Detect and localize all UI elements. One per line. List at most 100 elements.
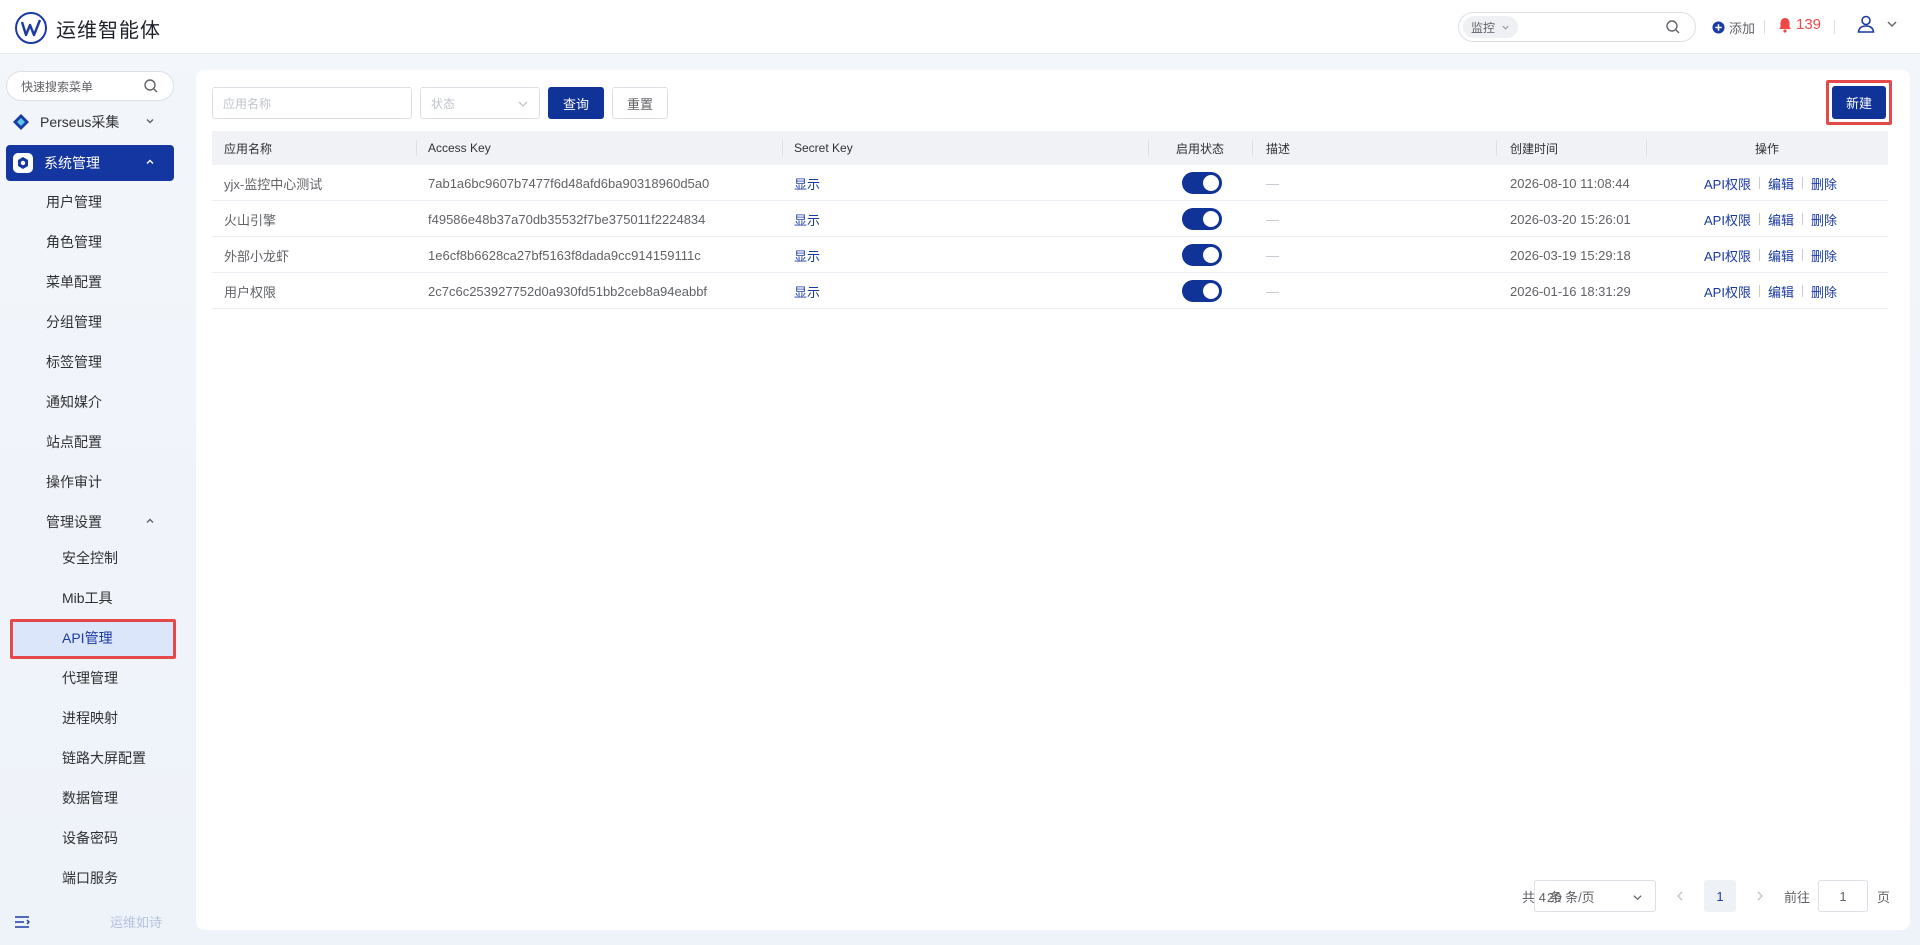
diamond-icon — [13, 114, 29, 130]
query-button[interactable]: 查询 — [548, 87, 604, 119]
link-divider — [1801, 177, 1803, 189]
show-secret-link[interactable]: 显示 — [794, 237, 820, 273]
cell-access-key: 7ab1a6bc9607b7477f6d48afd6ba90318960d5a0 — [428, 175, 710, 191]
cell-created: 2026-03-19 15:29:18 — [1510, 247, 1631, 263]
sidebar-item-users[interactable]: 用户管理 — [6, 184, 174, 220]
sidebar-item-security[interactable]: 安全控制 — [6, 540, 174, 576]
sidebar-item-menus[interactable]: 菜单配置 — [6, 264, 174, 300]
cell-enabled — [1182, 201, 1222, 237]
chevron-down-icon — [1887, 21, 1897, 27]
table-row: 外部小龙虾 1e6cf8b6628ca27bf5163f8dada9cc9141… — [212, 237, 1888, 273]
header-divider — [1834, 20, 1835, 34]
add-button[interactable]: 添加 — [1712, 18, 1755, 37]
link-divider — [1758, 213, 1760, 225]
page-number-current[interactable]: 1 — [1704, 880, 1736, 912]
delete-link[interactable]: 删除 — [1811, 210, 1837, 229]
cell-description: — — [1266, 283, 1279, 299]
menu-search-input[interactable]: 快速搜索菜单 — [6, 71, 174, 101]
app-title: 运维智能体 — [56, 20, 161, 42]
column-divider — [1148, 140, 1149, 156]
sidebar-item-roles[interactable]: 角色管理 — [6, 224, 174, 260]
edit-link[interactable]: 编辑 — [1768, 282, 1794, 301]
cell-app-name: 外部小龙虾 — [224, 248, 290, 264]
show-secret-link[interactable]: 显示 — [794, 201, 820, 237]
enabled-toggle[interactable] — [1182, 244, 1222, 266]
link-divider — [1758, 285, 1760, 297]
cell-access-key: 2c7c6c253927752d0a930fd51bb2ceb8a94eabbf — [428, 283, 708, 299]
sidebar-item-process-map[interactable]: 进程映射 — [6, 700, 174, 736]
sidebar-item-proxy[interactable]: 代理管理 — [6, 660, 174, 696]
sidebar-item-link-screen[interactable]: 链路大屏配置 — [6, 740, 174, 776]
col-secret-key: Secret Key — [794, 141, 853, 155]
delete-link[interactable]: 删除 — [1811, 174, 1837, 193]
enabled-toggle[interactable] — [1182, 280, 1222, 302]
table-header: 应用名称 Access Key Secret Key 启用状态 描述 创建时间 … — [212, 131, 1888, 165]
col-actions: 操作 — [1755, 141, 1780, 156]
cell-created: 2026-03-20 15:26:01 — [1510, 211, 1631, 227]
enabled-toggle[interactable] — [1182, 172, 1222, 194]
alert-bell[interactable]: 139 — [1778, 16, 1821, 33]
link-divider — [1758, 177, 1760, 189]
cell-description: — — [1266, 175, 1279, 191]
collapse-menu-icon[interactable] — [14, 915, 30, 929]
app-name-input[interactable]: 应用名称 — [212, 87, 412, 119]
page-size-select[interactable]: 20 条/页 — [1534, 880, 1656, 912]
col-created: 创建时间 — [1510, 141, 1559, 156]
top-header: 运维智能体 监控 添加 139 — [0, 0, 1920, 54]
sidebar-group-system[interactable]: 系统管理 — [6, 145, 174, 181]
cell-created: 2026-01-16 18:31:29 — [1510, 283, 1631, 299]
sidebar-item-sites[interactable]: 站点配置 — [6, 424, 174, 460]
cell-description: — — [1266, 247, 1279, 263]
prev-page-icon[interactable] — [1674, 890, 1686, 902]
api-table: 应用名称 Access Key Secret Key 启用状态 描述 创建时间 … — [212, 131, 1888, 309]
sidebar-item-data[interactable]: 数据管理 — [6, 780, 174, 816]
link-divider — [1801, 285, 1803, 297]
user-menu[interactable] — [1856, 14, 1898, 34]
delete-link[interactable]: 删除 — [1811, 246, 1837, 265]
status-select[interactable]: 状态 — [420, 87, 540, 119]
column-divider — [782, 140, 783, 156]
link-divider — [1758, 249, 1760, 261]
api-permission-link[interactable]: API权限 — [1704, 174, 1751, 193]
api-permission-link[interactable]: API权限 — [1704, 246, 1751, 265]
sidebar-item-notify[interactable]: 通知媒介 — [6, 384, 174, 420]
link-divider — [1801, 249, 1803, 261]
edit-link[interactable]: 编辑 — [1768, 174, 1794, 193]
edit-link[interactable]: 编辑 — [1768, 210, 1794, 229]
delete-link[interactable]: 删除 — [1811, 282, 1837, 301]
next-page-icon[interactable] — [1754, 890, 1766, 902]
sidebar-item-admin-settings[interactable]: 管理设置 — [6, 504, 174, 540]
cell-access-key: f49586e48b37a70db35532f7be375011f2224834 — [428, 211, 706, 227]
enabled-toggle[interactable] — [1182, 208, 1222, 230]
sidebar-item-tags[interactable]: 标签管理 — [6, 344, 174, 380]
search-scope-select[interactable]: 监控 — [1463, 16, 1519, 38]
global-search[interactable]: 监控 — [1458, 12, 1696, 42]
sidebar-item-device-password[interactable]: 设备密码 — [6, 820, 174, 856]
cell-description: — — [1266, 211, 1279, 227]
plus-circle-icon — [1712, 21, 1725, 34]
alert-count: 139 — [1796, 16, 1822, 33]
goto-page-input[interactable]: 1 — [1818, 880, 1868, 912]
search-icon[interactable] — [1665, 19, 1681, 35]
sidebar-item-mib[interactable]: Mib工具 — [6, 580, 174, 616]
sidebar-item-groups[interactable]: 分组管理 — [6, 304, 174, 340]
table-row: 火山引擎 f49586e48b37a70db35532f7be375011f22… — [212, 201, 1888, 237]
sidebar-group-perseus[interactable]: Perseus采集 — [6, 104, 174, 140]
table-row: yjx-监控中心测试 7ab1a6bc9607b7477f6d48afd6ba9… — [212, 165, 1888, 201]
col-app-name: 应用名称 — [224, 141, 273, 156]
show-secret-link[interactable]: 显示 — [794, 273, 820, 309]
cell-enabled — [1182, 237, 1222, 273]
show-secret-link[interactable]: 显示 — [794, 165, 820, 201]
reset-button[interactable]: 重置 — [612, 87, 668, 119]
col-description: 描述 — [1266, 141, 1291, 156]
page-unit-label: 页 — [1877, 889, 1891, 905]
col-access-key: Access Key — [428, 141, 491, 155]
cell-app-name: 用户权限 — [224, 284, 277, 300]
search-icon[interactable] — [143, 78, 159, 94]
chevron-down-icon — [1633, 895, 1642, 901]
sidebar-item-audit[interactable]: 操作审计 — [6, 464, 174, 500]
edit-link[interactable]: 编辑 — [1768, 246, 1794, 265]
api-permission-link[interactable]: API权限 — [1704, 282, 1751, 301]
sidebar-item-port-service[interactable]: 端口服务 — [6, 860, 174, 896]
api-permission-link[interactable]: API权限 — [1704, 210, 1751, 229]
